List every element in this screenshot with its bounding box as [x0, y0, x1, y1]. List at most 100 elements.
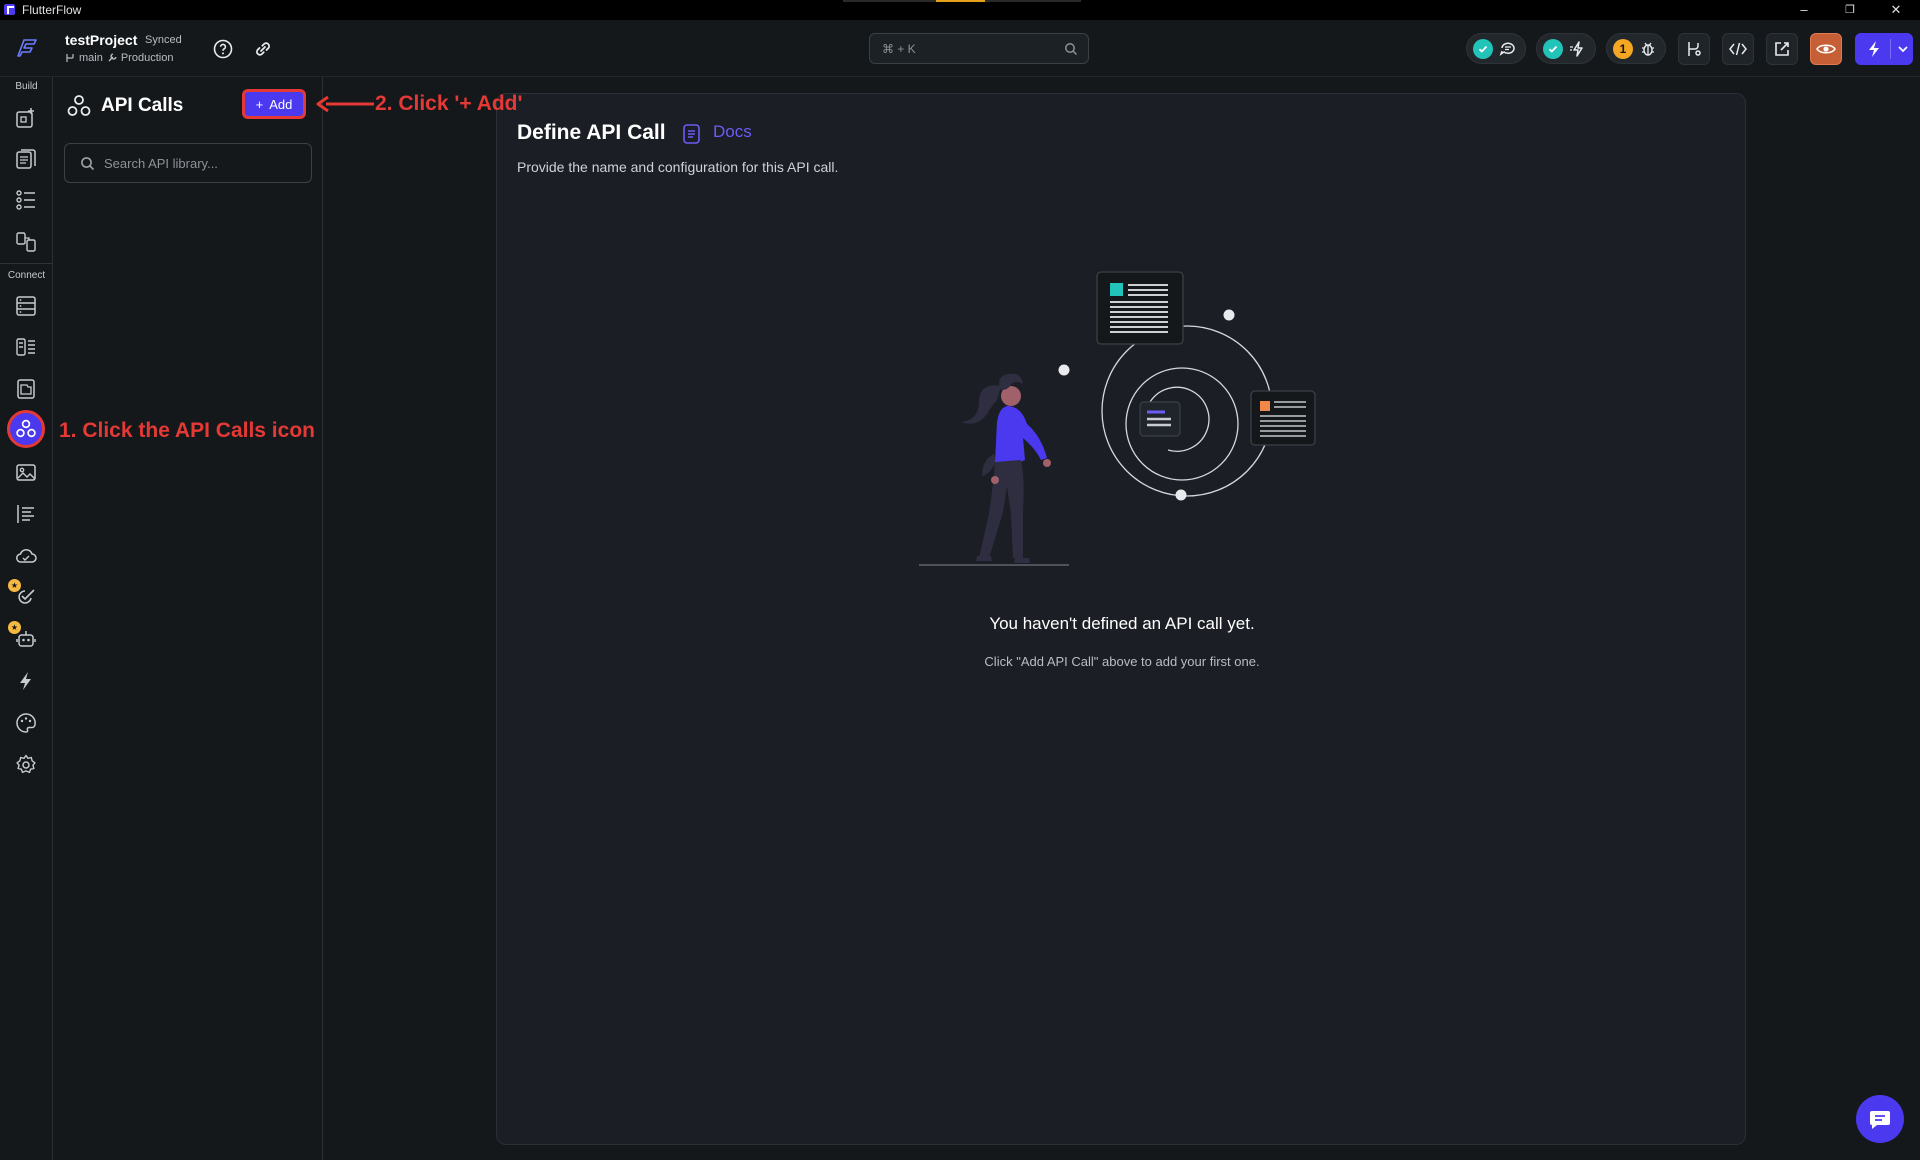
branch-icon	[66, 54, 74, 62]
preview-button[interactable]	[1810, 33, 1842, 65]
star-badge-icon: ★	[8, 621, 21, 634]
panel-title: API Calls	[101, 95, 184, 116]
sync-status: Synced	[145, 34, 182, 46]
api-calls-nav[interactable]	[7, 410, 45, 448]
open-external-button[interactable]	[1766, 33, 1798, 65]
rail-divider	[0, 263, 53, 264]
empty-state-subtitle: Click "Add API Call" above to add your f…	[984, 654, 1260, 669]
tests-nav[interactable]: ★	[8, 579, 38, 609]
search-placeholder: Search API library...	[104, 156, 218, 171]
flutterflow-app-icon	[4, 4, 15, 15]
branching-button[interactable]	[1678, 33, 1710, 65]
media-assets-nav[interactable]	[14, 461, 38, 485]
page-subtitle: Provide the name and configuration for t…	[517, 159, 839, 175]
search-shortcut: ⌘ + K	[882, 42, 916, 56]
theme-settings-nav[interactable]	[14, 711, 38, 735]
page-selector-nav[interactable]	[14, 147, 38, 171]
help-button[interactable]	[212, 38, 234, 60]
actions-status-pill[interactable]	[1536, 33, 1596, 64]
gear-icon	[16, 754, 36, 774]
code-icon	[1729, 42, 1747, 56]
lightning-icon	[20, 672, 31, 690]
star-badge-icon: ★	[8, 579, 21, 592]
api-calls-icon	[67, 95, 91, 116]
app-header: testProject Synced main Production ⌘ + K…	[0, 20, 1920, 77]
question-icon	[213, 39, 233, 59]
firestore-nav[interactable]	[14, 294, 38, 318]
connect-section-label: Connect	[7, 270, 46, 281]
support-chat-button[interactable]	[1856, 1095, 1904, 1143]
branch-name: main	[79, 52, 103, 64]
add-widget-icon	[16, 108, 34, 128]
environment-name: Production	[120, 52, 174, 64]
minimize-button[interactable]: –	[1784, 1, 1824, 19]
close-window-button[interactable]: ✕	[1876, 1, 1916, 19]
document-icon[interactable]	[682, 123, 702, 145]
widget-tree-nav[interactable]	[14, 188, 38, 212]
settings-nav[interactable]	[14, 753, 38, 777]
folder-doc-icon	[17, 379, 35, 399]
api-library-search-input[interactable]: Search API library...	[64, 143, 312, 183]
annotation-step2: 2. Click '+ Add'	[375, 92, 523, 115]
cloud-functions-nav[interactable]	[14, 544, 38, 568]
search-icon	[81, 157, 95, 171]
annotation-step1: 1. Click the API Calls icon	[59, 419, 315, 442]
eye-icon	[1816, 44, 1836, 54]
palette-icon	[16, 713, 36, 733]
check-icon	[1473, 38, 1493, 59]
pages-icon	[16, 149, 36, 169]
actions-nav[interactable]	[14, 669, 38, 693]
external-link-icon	[1775, 42, 1789, 56]
link-icon	[256, 42, 270, 56]
flutterflow-logo-icon[interactable]	[12, 34, 40, 62]
command-search-input[interactable]: ⌘ + K	[869, 33, 1089, 64]
search-icon	[1065, 43, 1078, 56]
comments-icon	[1499, 42, 1515, 56]
database-icon	[16, 296, 36, 316]
bug-icon	[1642, 42, 1654, 56]
page-title: Define API Call	[517, 121, 666, 144]
title-accent-line	[843, 0, 1081, 2]
view-code-button[interactable]	[1722, 33, 1754, 65]
api-calls-icon	[16, 419, 36, 438]
check-icon	[1543, 38, 1563, 59]
data-types-nav[interactable]	[14, 335, 38, 359]
share-link-button[interactable]	[252, 38, 274, 60]
chevron-down-icon[interactable]	[1897, 45, 1909, 53]
tree-list-icon	[16, 190, 35, 210]
define-api-call-card: Define API Call Docs Provide the name an…	[496, 93, 1746, 1145]
cloud-icon	[16, 548, 37, 563]
agents-nav[interactable]: ★	[8, 621, 38, 651]
storyboard-nav[interactable]	[14, 230, 38, 254]
custom-code-nav[interactable]	[14, 502, 38, 526]
docs-link[interactable]: Docs	[713, 122, 752, 142]
list-lines-icon	[17, 505, 34, 523]
project-name[interactable]: testProject	[65, 32, 137, 48]
os-title-bar: FlutterFlow – ❐ ✕	[0, 0, 1920, 20]
add-button-label: Add	[269, 96, 293, 112]
chat-bubble-icon	[1870, 1111, 1890, 1129]
lightning-icon	[1869, 41, 1879, 57]
api-calls-panel: API Calls + Add Search API library...	[54, 77, 323, 1160]
lightning-lines-icon	[1570, 40, 1583, 57]
annotation-arrow-icon	[316, 95, 374, 113]
restore-button[interactable]: ❐	[1830, 1, 1870, 19]
warning-count-badge: 1	[1613, 38, 1633, 59]
image-icon	[16, 464, 36, 481]
widget-palette-nav[interactable]	[14, 106, 38, 130]
run-button[interactable]	[1855, 33, 1913, 65]
chat-status-pill[interactable]	[1466, 33, 1526, 64]
branch-info[interactable]: main Production	[65, 52, 173, 64]
data-schema-icon	[16, 338, 35, 356]
app-state-nav[interactable]	[14, 377, 38, 401]
add-api-call-button[interactable]: + Add	[242, 89, 306, 119]
storyboard-icon	[16, 232, 36, 252]
git-branch-icon	[1688, 42, 1701, 56]
empty-state-illustration	[919, 271, 1316, 566]
window-title: FlutterFlow	[22, 3, 82, 17]
main-content: Define API Call Docs Provide the name an…	[324, 77, 1920, 1160]
nav-rail: Build Connect ★ ★	[0, 77, 53, 1160]
build-section-label: Build	[15, 81, 38, 92]
wrench-icon	[108, 53, 117, 62]
issues-status-pill[interactable]: 1	[1606, 33, 1666, 64]
